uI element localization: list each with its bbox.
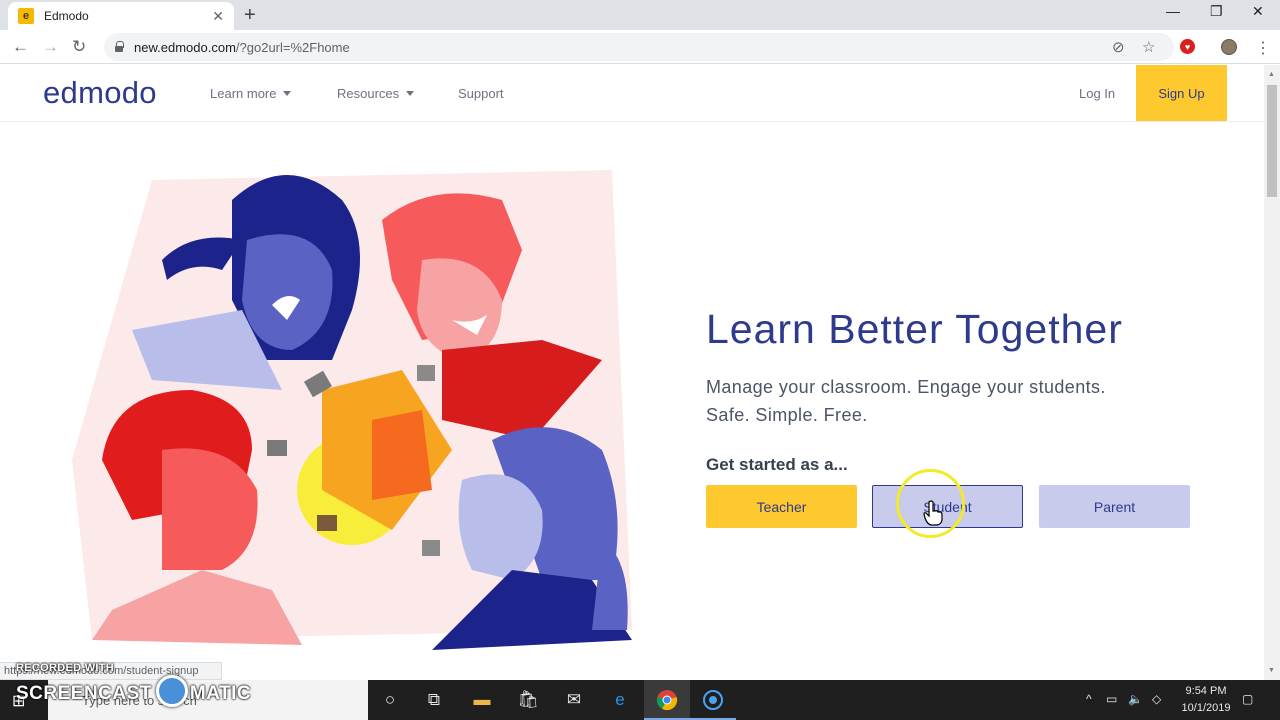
dropbox-icon[interactable]: ◇	[1152, 692, 1161, 706]
hand-cursor-icon	[923, 500, 943, 526]
scroll-thumb[interactable]	[1267, 85, 1277, 197]
store-icon[interactable]: 🛍	[516, 690, 540, 710]
teacher-button[interactable]: Teacher	[706, 485, 857, 528]
watermark-screencast-logo: SCREENCAST MATIC	[16, 675, 252, 707]
watermark-word-2: MATIC	[189, 683, 252, 705]
bookmark-star-icon[interactable]: ☆	[1142, 38, 1155, 56]
edmodo-logo[interactable]: edmodo	[43, 75, 157, 111]
restore-icon[interactable]: ❐	[1210, 3, 1223, 20]
caret-down-icon	[406, 91, 415, 96]
tab-title: Edmodo	[44, 9, 89, 23]
nav-support[interactable]: Support	[458, 86, 504, 101]
lock-icon	[114, 41, 124, 53]
translate-icon[interactable]: ⊘	[1112, 38, 1125, 56]
hero-headline: Learn Better Together	[706, 306, 1123, 352]
screencast-record-icon	[155, 675, 188, 707]
notifications-icon[interactable]: ▢	[1242, 692, 1253, 706]
sign-up-button[interactable]: Sign Up	[1136, 65, 1227, 121]
address-bar[interactable]: new.edmodo.com/?go2url=%2Fhome ⊘ ☆	[104, 33, 1174, 61]
nav-learn-more-label: Learn more	[210, 86, 277, 101]
volume-icon[interactable]: 🔈	[1128, 692, 1143, 706]
watermark-word-1: SCREENCAST	[16, 683, 152, 705]
hero-subline-2: Safe. Simple. Free.	[706, 405, 868, 425]
minimize-icon[interactable]: —	[1166, 3, 1180, 19]
clock-date: 10/1/2019	[1181, 702, 1231, 714]
task-view-icon[interactable]: ⧉	[422, 690, 446, 710]
url-text: new.edmodo.com/?go2url=%2Fhome	[134, 39, 350, 55]
edge-icon[interactable]: e	[608, 690, 632, 710]
site-header: edmodo Learn more Resources Support Log …	[0, 65, 1264, 122]
clock-time: 9:54 PM	[1185, 685, 1227, 697]
file-explorer-icon[interactable]: ▬	[470, 690, 494, 710]
close-window-icon[interactable]: ✕	[1252, 3, 1264, 20]
close-tab-icon[interactable]: ✕	[212, 8, 224, 25]
nav-learn-more[interactable]: Learn more	[210, 86, 292, 101]
screen: e Edmodo ✕ + — ❐ ✕ ← → ↻ new.edmodo.com/…	[0, 0, 1280, 720]
log-in-link[interactable]: Log In	[1079, 86, 1115, 101]
taskbar-screencast-app[interactable]	[690, 680, 736, 720]
forward-icon[interactable]: →	[42, 37, 59, 57]
nav-resources-label: Resources	[337, 86, 400, 101]
get-started-label: Get started as a...	[706, 455, 848, 474]
browser-tabstrip: e Edmodo ✕ + — ❐ ✕	[0, 0, 1280, 30]
taskbar-chrome-app[interactable]	[644, 680, 690, 720]
profile-avatar[interactable]	[1221, 39, 1237, 55]
extension-heart-icon[interactable]: ♥	[1180, 39, 1195, 54]
cortana-icon[interactable]: ○	[378, 690, 402, 710]
page-scrollbar[interactable]: ▲ ▼	[1264, 65, 1280, 680]
menu-kebab-icon[interactable]: ⋮	[1255, 38, 1271, 58]
battery-icon[interactable]: ▭	[1106, 692, 1117, 706]
screencast-app-icon	[703, 690, 723, 710]
parent-button[interactable]: Parent	[1039, 485, 1190, 528]
browser-toolbar: ← → ↻ new.edmodo.com/?go2url=%2Fhome ⊘ ☆…	[0, 30, 1280, 64]
edmodo-favicon-icon: e	[18, 8, 34, 24]
taskbar-clock[interactable]: 9:54 PM 10/1/2019	[1178, 683, 1234, 717]
hero-subline-1: Manage your classroom. Engage your stude…	[706, 377, 1106, 397]
tray-chevron-icon[interactable]: ^	[1086, 692, 1092, 706]
nav-resources[interactable]: Resources	[337, 86, 415, 101]
back-icon[interactable]: ←	[12, 37, 29, 57]
new-tab-icon[interactable]: +	[244, 4, 256, 27]
scroll-down-icon[interactable]: ▼	[1268, 667, 1275, 674]
watermark-recorded-with: RECORDED WITH	[16, 662, 115, 674]
scroll-up-icon[interactable]: ▲	[1268, 71, 1275, 78]
chrome-icon	[656, 690, 678, 711]
reload-icon[interactable]: ↻	[72, 37, 86, 57]
caret-down-icon	[283, 91, 292, 96]
browser-tab[interactable]: e Edmodo ✕	[8, 2, 234, 30]
mail-icon[interactable]: ✉	[562, 690, 586, 710]
students-illustration	[72, 170, 632, 650]
